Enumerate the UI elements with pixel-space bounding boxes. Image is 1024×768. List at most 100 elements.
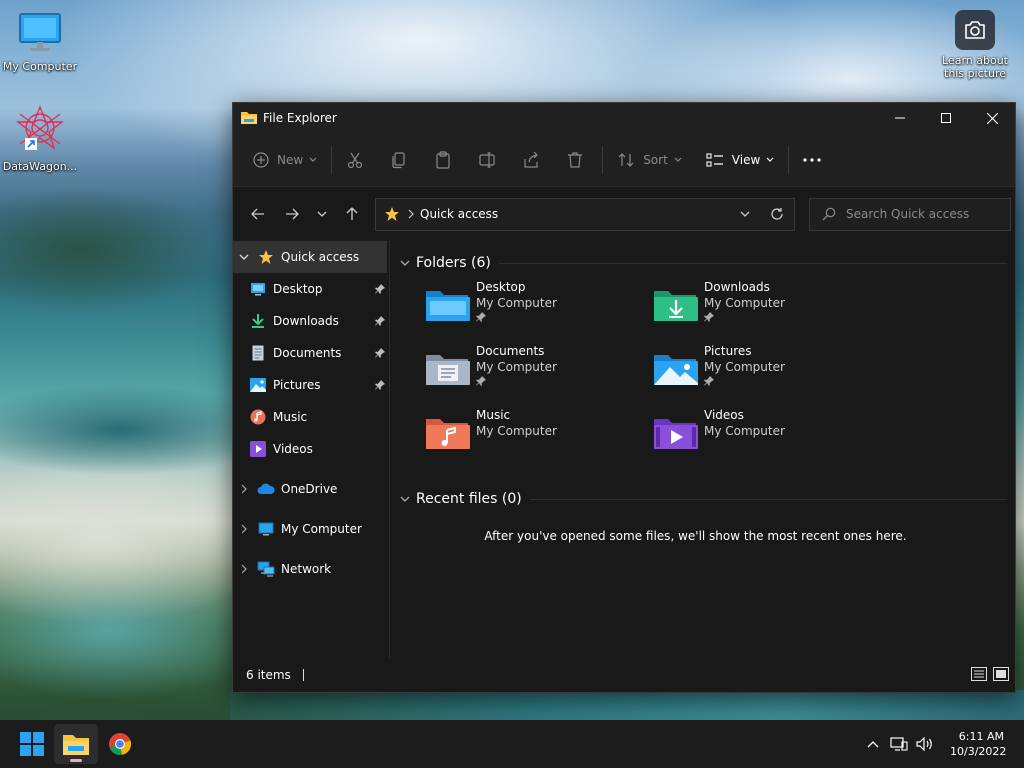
chevron-down-icon	[309, 157, 317, 162]
learn-about-picture[interactable]: Learn about this picture	[934, 10, 1016, 80]
desktop-icon-my-computer[interactable]: My Computer	[0, 12, 80, 73]
sidebar-item-label: Downloads	[273, 314, 339, 328]
delete-button[interactable]	[558, 144, 592, 176]
paste-button[interactable]	[426, 144, 460, 176]
maximize-button[interactable]	[923, 103, 969, 133]
chevron-right-icon[interactable]	[233, 484, 255, 494]
sidebar-item-network[interactable]: Network	[233, 553, 389, 585]
pin-icon	[476, 311, 557, 325]
navigation-pane: Quick access Desktop Downloads Documents…	[233, 241, 390, 658]
chevron-down-icon[interactable]	[233, 254, 255, 260]
sidebar-item-label: Desktop	[273, 282, 323, 296]
folder-videos[interactable]: Videos My Computer	[654, 407, 882, 471]
folder-documents[interactable]: Documents My Computer	[426, 343, 654, 407]
address-bar[interactable]: Quick access	[375, 197, 795, 231]
folder-name: Music	[476, 408, 511, 422]
chevron-right-icon[interactable]	[233, 524, 255, 534]
sidebar-item-music[interactable]: Music	[233, 401, 389, 433]
minimize-button[interactable]	[877, 103, 923, 133]
network-icon	[255, 561, 277, 577]
sidebar-item-pictures[interactable]: Pictures	[233, 369, 389, 401]
sidebar-item-my-computer[interactable]: My Computer	[233, 513, 389, 545]
document-icon	[247, 345, 269, 361]
plus-circle-icon	[253, 151, 269, 168]
wallpaper-landscape	[0, 160, 240, 720]
volume-button[interactable]	[912, 737, 938, 751]
clock-time: 6:11 AM	[958, 730, 1004, 743]
sidebar-item-onedrive[interactable]: OneDrive	[233, 473, 389, 505]
clock[interactable]: 6:11 AM 10/3/2022	[950, 729, 1006, 759]
back-button[interactable]	[241, 199, 275, 229]
picture-icon	[247, 378, 269, 392]
arrow-up-icon	[346, 207, 358, 220]
toolbar-divider	[602, 145, 604, 174]
sidebar-item-quick-access[interactable]: Quick access	[233, 241, 387, 273]
network-monitor-icon	[890, 737, 908, 751]
sidebar-item-desktop[interactable]: Desktop	[233, 273, 389, 305]
sort-button[interactable]: Sort	[609, 144, 690, 176]
refresh-button[interactable]	[760, 207, 794, 221]
start-button[interactable]	[10, 724, 54, 764]
content-pane: Folders (6) Desktop My Computer Download…	[390, 241, 1015, 658]
chevron-right-icon[interactable]	[233, 564, 255, 574]
show-hidden-icons-button[interactable]	[860, 740, 886, 748]
folder-music[interactable]: Music My Computer	[426, 407, 654, 471]
folder-location: My Computer	[704, 360, 785, 374]
tiles-view-button[interactable]	[993, 666, 1009, 684]
details-view-button[interactable]	[971, 666, 987, 684]
folder-location: My Computer	[476, 296, 557, 310]
windows-logo-icon	[20, 732, 44, 756]
sidebar-item-label: Quick access	[281, 250, 360, 264]
monitor-icon	[0, 12, 80, 57]
sidebar-item-downloads[interactable]: Downloads	[233, 305, 389, 337]
sidebar-item-videos[interactable]: Videos	[233, 433, 389, 465]
view-button[interactable]: View	[698, 144, 782, 176]
chevron-down-icon	[400, 260, 410, 266]
address-history-button[interactable]	[730, 211, 760, 217]
folder-location: My Computer	[704, 424, 785, 438]
network-status-button[interactable]	[886, 736, 912, 752]
tiles-view-icon	[993, 666, 1009, 681]
folder-name: Videos	[704, 408, 744, 422]
copy-button[interactable]	[382, 144, 416, 176]
sort-label: Sort	[643, 152, 668, 167]
recent-locations-button[interactable]	[309, 199, 335, 229]
folder-downloads[interactable]: Downloads My Computer	[654, 279, 882, 343]
downloads-folder-icon	[654, 279, 704, 343]
cloud-icon	[255, 483, 277, 495]
file-explorer-icon	[241, 110, 257, 127]
folder-location: My Computer	[704, 296, 785, 310]
toolbar-divider	[331, 145, 333, 174]
item-count: 6 items	[246, 668, 291, 682]
arrow-right-icon	[286, 208, 299, 220]
desktop-icon-datawagon[interactable]: DataWagon...	[0, 104, 80, 173]
recent-files-section-header[interactable]: Recent files (0)	[396, 485, 1015, 513]
cut-button[interactable]	[338, 144, 372, 176]
pin-icon	[704, 311, 785, 325]
details-view-icon	[971, 666, 987, 681]
folder-desktop[interactable]: Desktop My Computer	[426, 279, 654, 343]
more-options-button[interactable]	[795, 144, 829, 176]
forward-button[interactable]	[275, 199, 309, 229]
close-button[interactable]	[969, 103, 1015, 133]
desktop-icon-label: DataWagon...	[2, 160, 78, 173]
taskbar-file-explorer[interactable]	[54, 724, 98, 764]
share-button[interactable]	[514, 144, 548, 176]
more-icon	[803, 157, 821, 162]
new-button[interactable]: New	[245, 144, 325, 176]
folder-pictures[interactable]: Pictures My Computer	[654, 343, 882, 407]
taskbar-chrome[interactable]	[98, 724, 142, 764]
address-path: Quick access	[420, 207, 499, 221]
videos-folder-icon	[654, 407, 704, 471]
rename-button[interactable]	[470, 144, 504, 176]
search-box[interactable]: Search Quick access	[809, 197, 1011, 231]
up-button[interactable]	[335, 199, 369, 229]
sidebar-item-documents[interactable]: Documents	[233, 337, 389, 369]
title-bar[interactable]: File Explorer	[233, 103, 1015, 133]
star-icon	[385, 207, 399, 221]
maximize-icon	[941, 113, 951, 123]
sidebar-item-label: Pictures	[273, 378, 321, 392]
chevron-down-icon	[674, 157, 682, 162]
folders-section-header[interactable]: Folders (6)	[396, 249, 1015, 277]
folder-name: Pictures	[704, 344, 752, 358]
